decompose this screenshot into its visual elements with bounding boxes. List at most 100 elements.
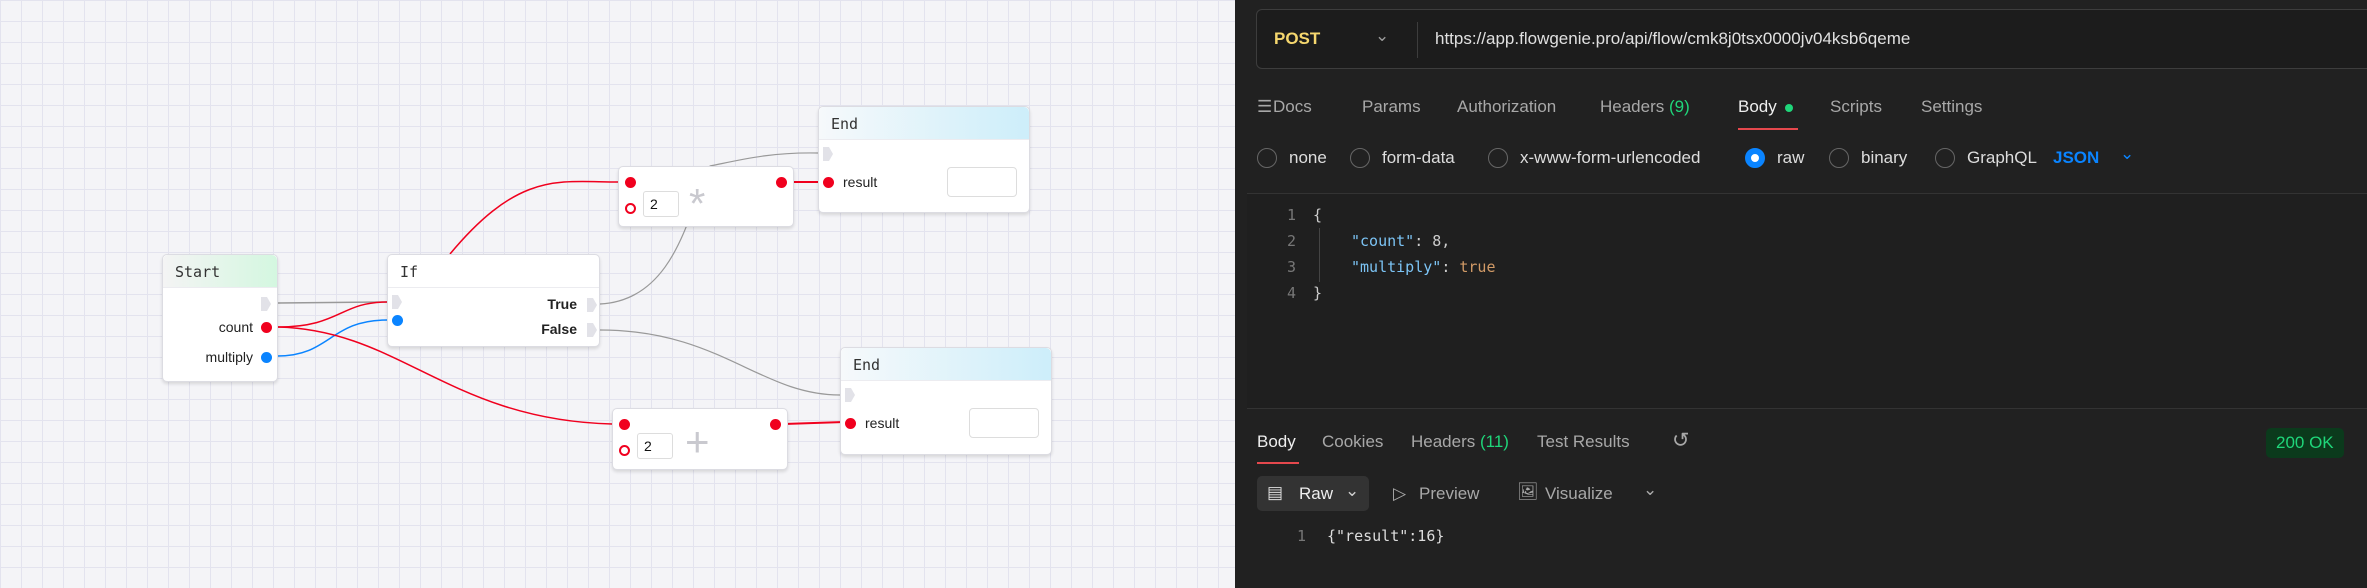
url-input[interactable]: https://app.flowgenie.pro/api/flow/cmk8j…: [1435, 29, 1910, 49]
input-port-b[interactable]: [625, 203, 636, 214]
true-port[interactable]: [587, 298, 597, 312]
input-port-a[interactable]: [625, 177, 636, 188]
body-dot-icon: [1785, 104, 1793, 112]
end-title: End: [841, 348, 1051, 381]
json-sep: :: [1414, 232, 1433, 250]
raw-view-button[interactable]: ▤ Raw ⌄: [1257, 476, 1369, 511]
response-tab-headers[interactable]: Headers (11): [1411, 432, 1509, 452]
active-tab-underline: [1257, 462, 1299, 464]
code-line: "multiply": true: [1351, 258, 1496, 276]
radio-label: GraphQL: [1967, 148, 2037, 167]
if-node[interactable]: If True False: [387, 254, 600, 347]
play-icon: ▷: [1393, 484, 1407, 503]
active-tab-underline: [1738, 128, 1798, 130]
code-line: "count": 8,: [1351, 232, 1450, 250]
operand-input[interactable]: 2: [643, 191, 679, 217]
radio-urlencoded[interactable]: [1488, 148, 1508, 168]
edge-if-mul: [449, 180, 619, 255]
operand-input[interactable]: 2: [637, 433, 673, 459]
json-key: "multiply": [1351, 258, 1442, 276]
output-port[interactable]: [770, 419, 781, 430]
condition-port[interactable]: [392, 315, 403, 326]
tab-headers-label: Headers: [1600, 97, 1665, 116]
code-line: {: [1313, 206, 1323, 224]
result-output: [969, 408, 1039, 438]
radio-raw[interactable]: [1745, 148, 1765, 168]
image-icon: 🖼: [1517, 482, 1539, 501]
radio-label: raw: [1777, 148, 1805, 167]
url-bar: POST ⌄ https://app.flowgenie.pro/api/flo…: [1256, 9, 2367, 69]
edge-count-if: [277, 301, 388, 328]
json-value: 8,: [1432, 232, 1451, 250]
if-title: If: [388, 255, 599, 288]
api-client-panel: POST ⌄ https://app.flowgenie.pro/api/flo…: [1235, 0, 2367, 588]
result-port[interactable]: [823, 177, 834, 188]
response-tab-cookies[interactable]: Cookies: [1322, 432, 1383, 452]
false-label: False: [541, 321, 577, 337]
response-tab-tests[interactable]: Test Results: [1537, 432, 1630, 452]
port-count[interactable]: [261, 322, 272, 333]
docs-icon: ☰: [1257, 97, 1273, 116]
start-node[interactable]: Start count multiply: [162, 254, 278, 382]
format-select[interactable]: JSON: [2053, 148, 2099, 168]
tab-settings[interactable]: Settings: [1921, 97, 1982, 117]
output-port[interactable]: [776, 177, 787, 188]
input-port-a[interactable]: [619, 419, 630, 430]
radio-label: x-www-form-urlencoded: [1520, 148, 1701, 167]
response-tab-body[interactable]: Body: [1257, 432, 1296, 452]
tab-authorization[interactable]: Authorization: [1457, 97, 1556, 117]
plus-icon: +: [685, 418, 710, 465]
add-node[interactable]: 2 +: [612, 408, 788, 470]
line-number: 1: [1287, 206, 1297, 224]
line-number: 3: [1287, 258, 1297, 276]
status-badge: 200 OK: [2266, 428, 2344, 458]
chevron-down-icon[interactable]: ⌄: [2120, 144, 2134, 164]
input-port-b[interactable]: [619, 445, 630, 456]
chevron-down-icon[interactable]: ⌄: [1643, 480, 1657, 500]
multiply-node[interactable]: 2 *: [618, 166, 794, 227]
line-number: 1: [1297, 527, 1307, 545]
edge-add-result: [783, 421, 845, 425]
flow-in-port[interactable]: [823, 147, 833, 161]
tab-params[interactable]: Params: [1362, 97, 1421, 117]
edge-false-end: [599, 329, 841, 396]
code-line: }: [1313, 284, 1323, 302]
flow-out-port[interactable]: [261, 297, 271, 311]
tab-scripts[interactable]: Scripts: [1830, 97, 1882, 117]
preview-button[interactable]: Preview: [1419, 484, 1479, 504]
tab-body[interactable]: Body: [1738, 97, 1777, 117]
headers-count: (11): [1480, 432, 1509, 451]
raw-icon: ▤: [1267, 483, 1284, 502]
end-node-bottom[interactable]: End result: [840, 347, 1052, 455]
result-label: result: [865, 415, 900, 431]
tab-headers[interactable]: Headers (9): [1600, 97, 1690, 117]
end-title: End: [819, 107, 1029, 140]
flow-in-port[interactable]: [392, 295, 402, 309]
start-title: Start: [163, 255, 277, 288]
end-node-top[interactable]: End result: [818, 106, 1030, 213]
radio-graphql[interactable]: [1935, 148, 1955, 168]
visualize-button[interactable]: Visualize: [1545, 484, 1613, 504]
flow-canvas[interactable]: Start count multiply If True False 2 * 2…: [0, 0, 1235, 588]
body-editor[interactable]: 1 { 2 "count": 8, 3 "multiply": true 4 }: [1247, 193, 2367, 409]
line-number: 2: [1287, 232, 1297, 250]
port-label-count: count: [218, 319, 253, 335]
radio-none[interactable]: [1257, 148, 1277, 168]
tab-docs[interactable]: Docs: [1273, 97, 1312, 117]
chevron-down-icon[interactable]: ⌄: [1375, 26, 1389, 46]
radio-label: binary: [1861, 148, 1908, 167]
method-select[interactable]: POST: [1274, 29, 1320, 49]
false-port[interactable]: [587, 323, 597, 337]
radio-label: none: [1289, 148, 1327, 167]
edge-multiply-if: [277, 319, 388, 357]
json-sep: :: [1441, 258, 1460, 276]
history-icon[interactable]: ↺: [1672, 428, 1690, 453]
result-port[interactable]: [845, 418, 856, 429]
flow-in-port[interactable]: [845, 388, 855, 402]
radio-binary[interactable]: [1829, 148, 1849, 168]
port-multiply[interactable]: [261, 352, 272, 363]
radio-form-data[interactable]: [1350, 148, 1370, 168]
headers-count: (9): [1669, 97, 1690, 116]
result-label: result: [843, 174, 878, 190]
json-value: true: [1459, 258, 1496, 276]
